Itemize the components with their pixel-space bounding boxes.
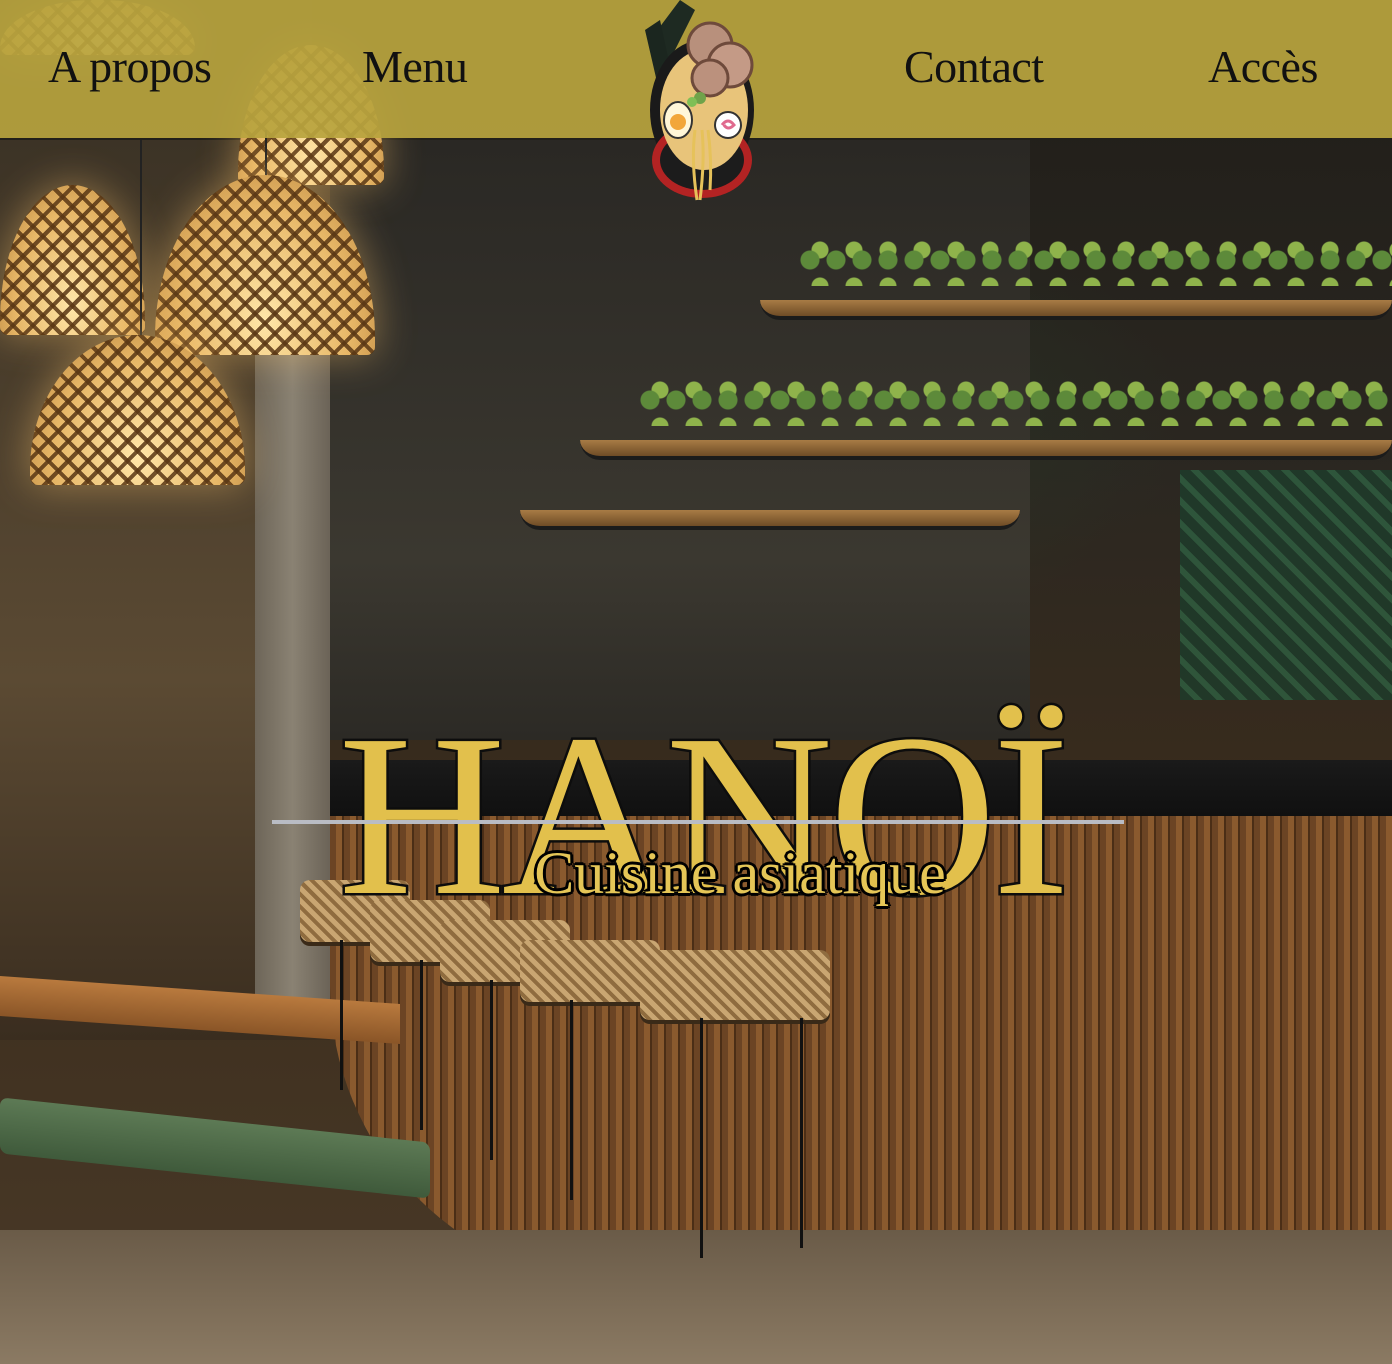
stool-leg xyxy=(490,980,493,1160)
hero-subtitle: Cuisine asiatique xyxy=(534,840,946,906)
stool-leg xyxy=(420,960,423,1130)
stool-leg xyxy=(340,940,343,1090)
stool-leg xyxy=(700,1018,703,1258)
ramen-bowl-logo-svg xyxy=(645,0,754,201)
shelf xyxy=(520,510,1020,530)
hero-divider xyxy=(272,820,1124,824)
ramen-bowl-icon[interactable] xyxy=(640,0,760,225)
bar-stool xyxy=(520,940,660,1002)
floor xyxy=(0,1230,1392,1364)
nav-link-acces[interactable]: Accès xyxy=(1208,40,1318,93)
lamp-cord xyxy=(140,140,142,340)
hanging-plants xyxy=(800,240,1392,286)
stool-leg xyxy=(570,1000,573,1200)
shelf xyxy=(580,440,1392,460)
hanging-plants xyxy=(640,380,1392,426)
bar-stool xyxy=(640,950,830,1020)
green-lattice-panel xyxy=(1180,470,1392,700)
shelf xyxy=(760,300,1392,320)
nav-link-menu[interactable]: Menu xyxy=(362,40,468,93)
stool-leg xyxy=(800,1018,803,1248)
nav-link-contact[interactable]: Contact xyxy=(904,40,1044,93)
nav-link-a-propos[interactable]: A propos xyxy=(48,40,212,93)
